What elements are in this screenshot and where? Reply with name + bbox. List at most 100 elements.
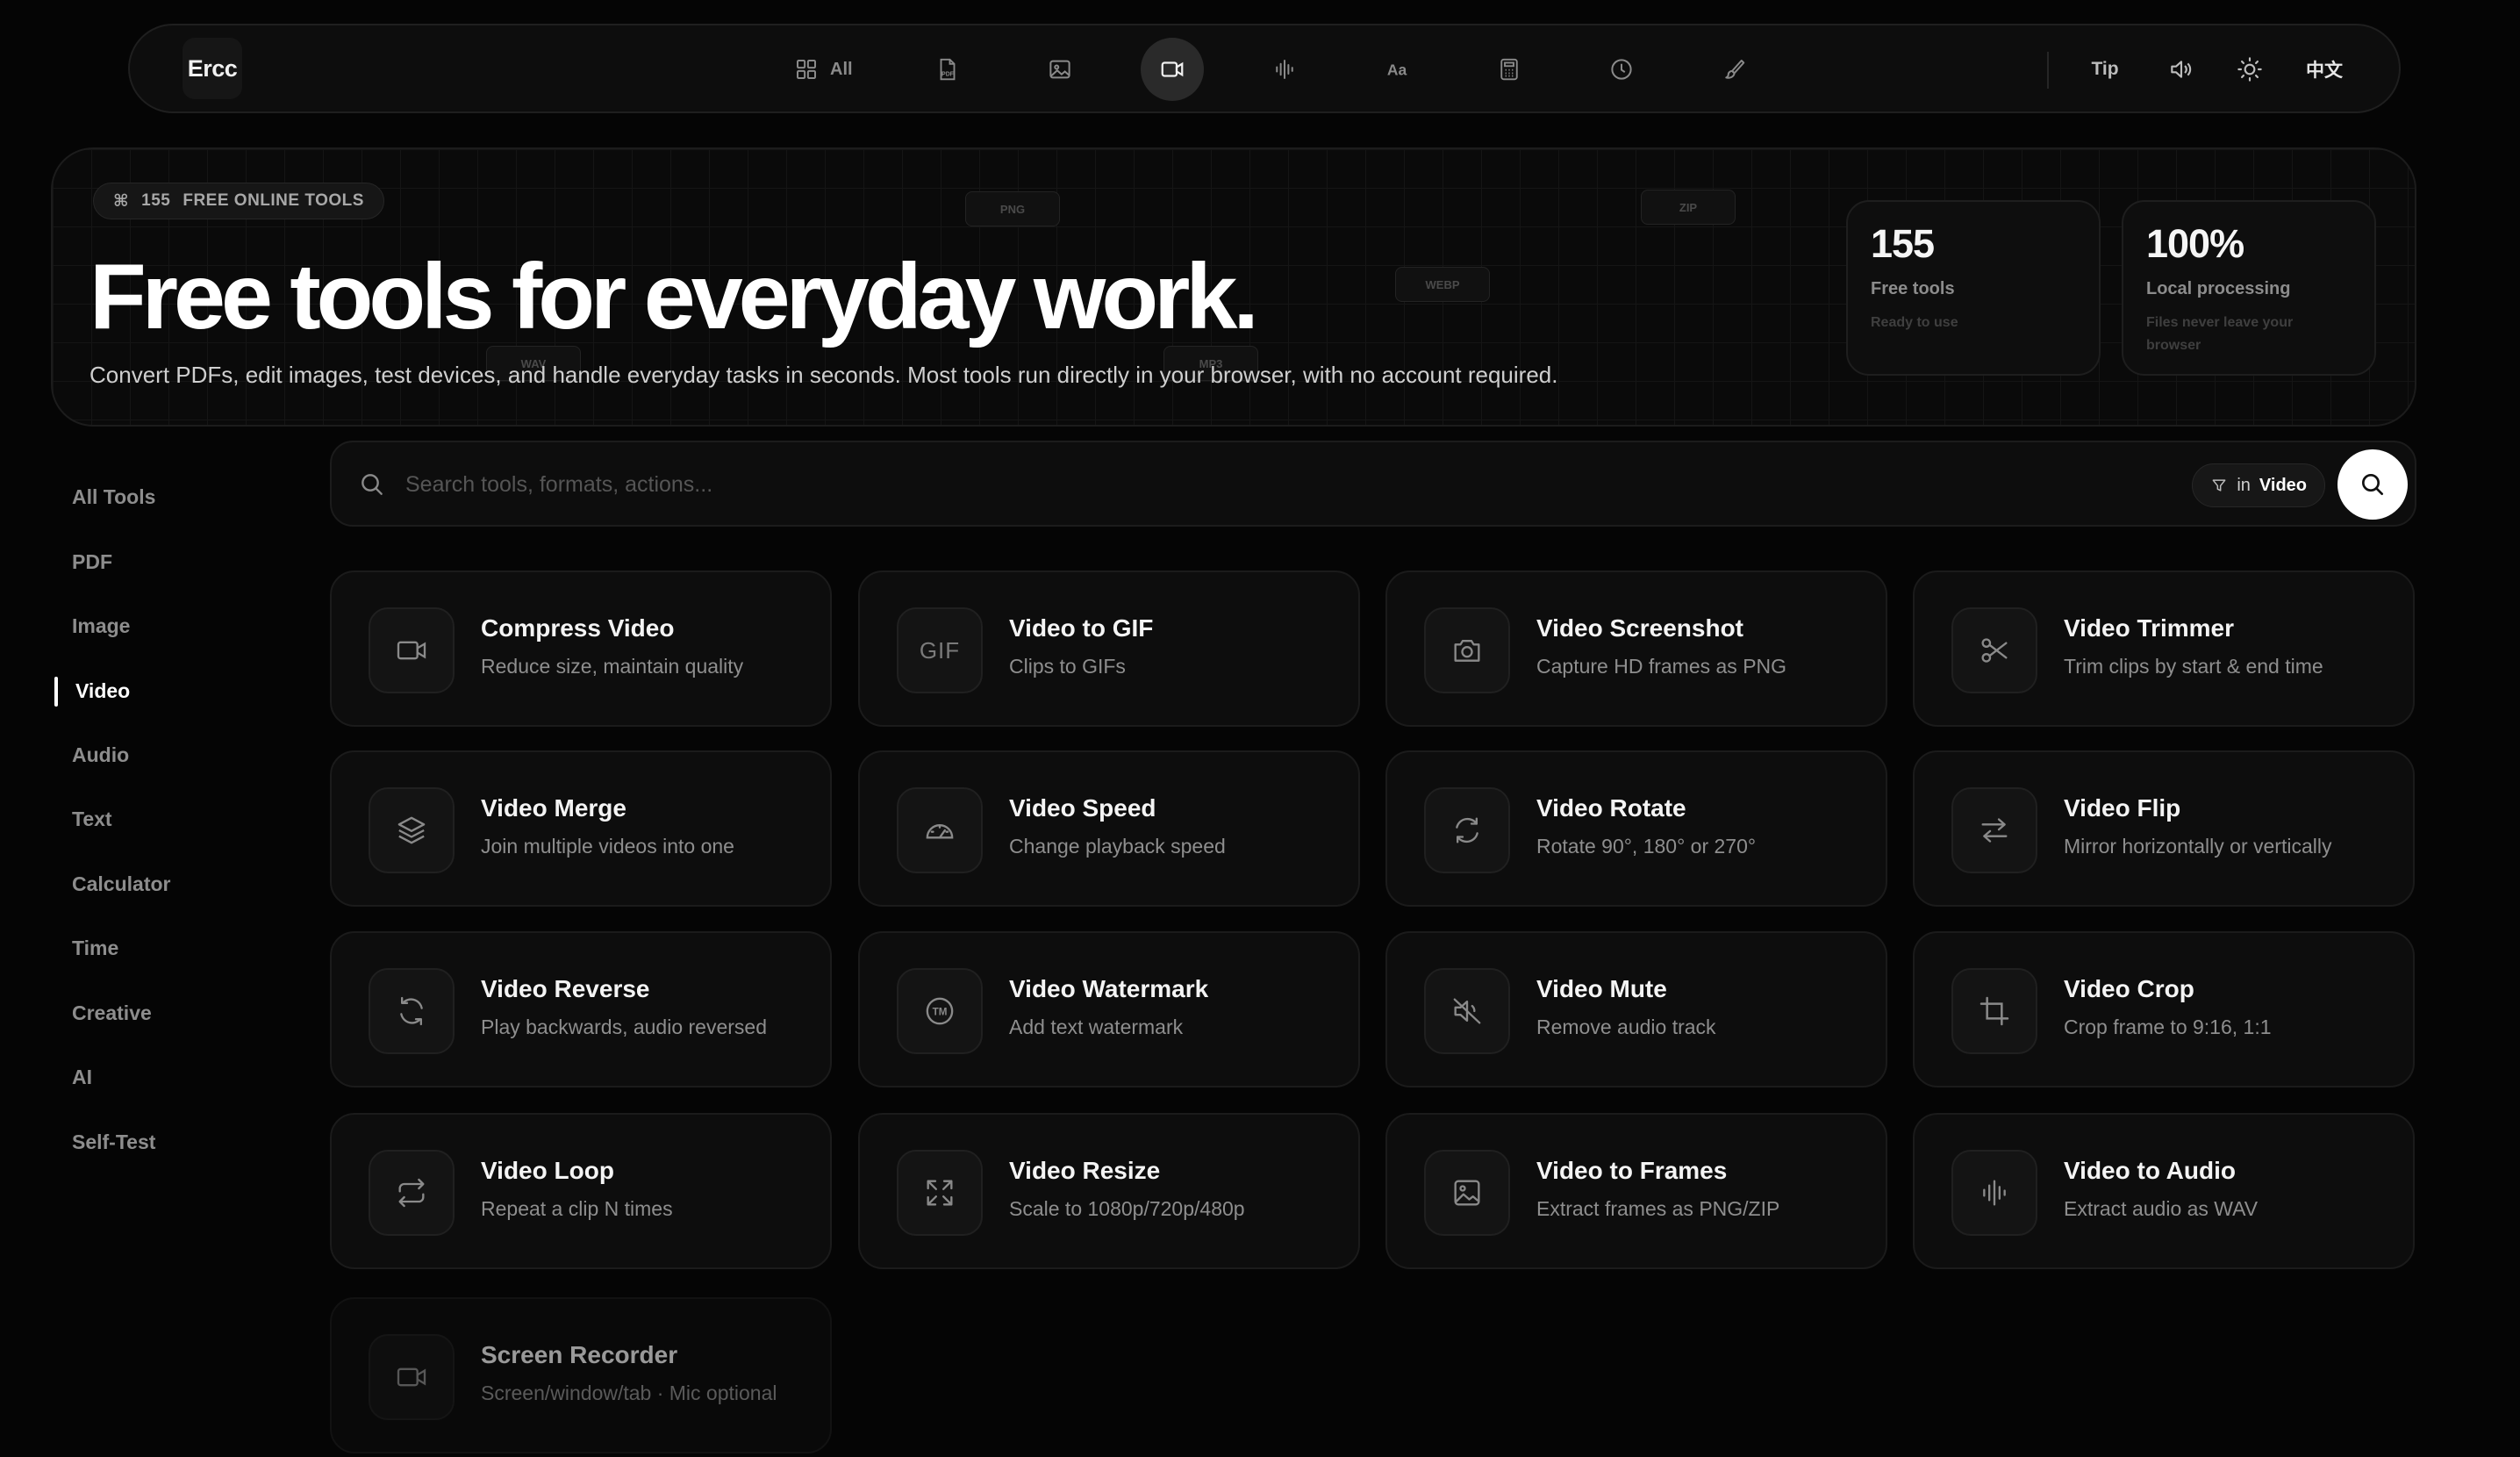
tool-title: Video Watermark	[1009, 975, 1209, 1002]
tool-title: Video Trimmer	[2064, 614, 2235, 642]
svg-text:TM: TM	[933, 1006, 948, 1017]
tool-title: Video Mute	[1536, 975, 1667, 1002]
screen-record-icon	[369, 1334, 455, 1420]
image-icon	[1047, 56, 1073, 83]
sidebar-item-video[interactable]: Video	[54, 671, 274, 710]
tool-title: Video Flip	[2064, 794, 2181, 822]
language-toggle-button[interactable]: 中文	[2294, 45, 2355, 94]
tool-title: Video Loop	[481, 1157, 614, 1184]
sidebar-item-image[interactable]: Image	[54, 606, 274, 645]
nav-audio-button[interactable]	[1253, 38, 1316, 101]
tool-title: Video Screenshot	[1536, 614, 1744, 642]
tool-card-video-resize[interactable]: Video Resize Scale to 1080p/720p/480p	[858, 1113, 1360, 1269]
tool-description: Reduce size, maintain quality	[481, 655, 744, 678]
sidebar-item-all-tools[interactable]: All Tools	[54, 477, 274, 516]
tool-card-video-reverse[interactable]: Video Reverse Play backwards, audio rever…	[330, 931, 832, 1087]
tool-title: Video Speed	[1009, 794, 1156, 822]
stat-note: Files never leave your browser	[2146, 315, 2294, 354]
badge-count: 155	[141, 191, 171, 210]
tool-card-video-merge[interactable]: Video Merge Join multiple videos into one	[330, 750, 832, 907]
tool-description: Capture HD frames as PNG	[1536, 655, 1787, 678]
filter-category: Video	[2259, 475, 2307, 495]
search-button[interactable]	[2337, 449, 2408, 520]
tool-card-video-screenshot[interactable]: Video Screenshot Capture HD frames as PNG	[1385, 571, 1887, 727]
logo[interactable]: Ercc	[183, 38, 242, 99]
resize-icon	[897, 1150, 983, 1236]
tool-card-video-loop[interactable]: Video Loop Repeat a clip N times	[330, 1113, 832, 1269]
sun-icon	[2236, 55, 2264, 83]
tool-card-video-crop[interactable]: Video Crop Crop frame to 9:16, 1:1	[1913, 931, 2415, 1087]
tool-description: Clips to GIFs	[1009, 655, 1126, 678]
tool-card-video-rotate[interactable]: Video Rotate Rotate 90°, 180° or 270°	[1385, 750, 1887, 907]
sidebar-item-calculator[interactable]: Calculator	[54, 865, 274, 903]
clock-icon	[1608, 56, 1635, 83]
nav-all-button[interactable]: All	[786, 38, 860, 101]
filter-icon	[2210, 477, 2228, 494]
tool-title: Video to GIF	[1009, 614, 1154, 642]
nav-calculator-button[interactable]	[1478, 38, 1541, 101]
sidebar-item-audio[interactable]: Audio	[54, 736, 274, 774]
nav-divider	[2047, 52, 2049, 89]
nav-image-button[interactable]	[1028, 38, 1092, 101]
tool-card-video-flip[interactable]: Video Flip Mirror horizontally or vertica…	[1913, 750, 2415, 907]
tool-card-video-mute[interactable]: Video Mute Remove audio track	[1385, 931, 1887, 1087]
image-frame-icon	[1424, 1150, 1510, 1236]
badge-text: FREE ONLINE TOOLS	[183, 191, 364, 210]
tool-card-video-to-gif[interactable]: GIF Video to GIF Clips to GIFs	[858, 571, 1360, 727]
tip-button[interactable]: Tip	[2081, 45, 2129, 94]
nav-text-button[interactable]: Aa	[1365, 38, 1428, 101]
top-navigation: Ercc All PDF Aa Tip 中文	[128, 24, 2401, 113]
sidebar-item-time[interactable]: Time	[54, 929, 274, 967]
trademark-icon: TM	[897, 968, 983, 1054]
sidebar-item-ai[interactable]: AI	[54, 1058, 274, 1096]
tool-card-video-to-audio[interactable]: Video to Audio Extract audio as WAV	[1913, 1113, 2415, 1269]
audio-icon	[1271, 56, 1298, 83]
tool-description: Repeat a clip N times	[481, 1197, 673, 1220]
tool-description: Remove audio track	[1536, 1016, 1716, 1038]
tool-card-video-to-frames[interactable]: Video to Frames Extract frames as PNG/ZIP	[1385, 1113, 1887, 1269]
loop-icon	[369, 1150, 455, 1236]
tool-description: Trim clips by start & end time	[2064, 655, 2323, 678]
speedometer-icon	[897, 787, 983, 873]
nav-time-button[interactable]	[1590, 38, 1653, 101]
nav-creative-button[interactable]	[1702, 38, 1765, 101]
nav-pdf-button[interactable]: PDF	[916, 38, 979, 101]
tool-card-video-watermark[interactable]: TM Video Watermark Add text watermark	[858, 931, 1360, 1087]
sidebar-item-self-test[interactable]: Self-Test	[54, 1123, 274, 1161]
tool-card-screen-recorder[interactable]: Screen Recorder Screen/window/tab · Mic o…	[330, 1297, 832, 1453]
sidebar-item-creative[interactable]: Creative	[54, 994, 274, 1032]
calculator-icon	[1496, 56, 1522, 83]
nav-video-button[interactable]	[1141, 38, 1204, 101]
brush-icon	[1721, 56, 1747, 83]
tool-title: Video Crop	[2064, 975, 2194, 1002]
stat-value: 155	[1871, 221, 1935, 266]
tool-description: Scale to 1080p/720p/480p	[1009, 1197, 1245, 1220]
text-icon: Aa	[1384, 56, 1410, 83]
tool-card-compress-video[interactable]: Compress Video Reduce size, maintain qual…	[330, 571, 832, 727]
tool-title: Video Resize	[1009, 1157, 1161, 1184]
page-title: Free tools for everyday work.	[89, 245, 1259, 348]
bg-format-chip: WEBP	[1395, 267, 1490, 302]
page-subtitle: Convert PDFs, edit images, test devices,…	[89, 362, 1558, 388]
flip-arrows-icon	[1951, 787, 2037, 873]
sidebar-item-text[interactable]: Text	[54, 800, 274, 838]
category-filter-pill[interactable]: in Video	[2192, 463, 2325, 507]
search-icon	[358, 470, 386, 499]
tool-title: Video Merge	[481, 794, 626, 822]
tool-card-video-trimmer[interactable]: Video Trimmer Trim clips by start & end t…	[1913, 571, 2415, 727]
bg-format-chip: PNG	[965, 191, 1060, 226]
tool-card-video-speed[interactable]: Video Speed Change playback speed	[858, 750, 1360, 907]
pdf-icon: PDF	[934, 56, 961, 83]
theme-toggle-button[interactable]	[2225, 45, 2274, 94]
tool-description: Screen/window/tab · Mic optional	[481, 1382, 777, 1404]
mute-icon	[1424, 968, 1510, 1054]
stat-card-tools: 155 Free tools Ready to use	[1846, 200, 2101, 376]
sidebar-item-pdf[interactable]: PDF	[54, 542, 274, 581]
crop-icon	[1951, 968, 2037, 1054]
video-icon	[1159, 56, 1185, 83]
search-input[interactable]	[405, 462, 1985, 507]
sound-toggle-button[interactable]	[2157, 45, 2206, 94]
filter-prefix: in	[2237, 475, 2251, 495]
tool-description: Add text watermark	[1009, 1016, 1184, 1038]
stat-label: Local processing	[2146, 279, 2291, 298]
